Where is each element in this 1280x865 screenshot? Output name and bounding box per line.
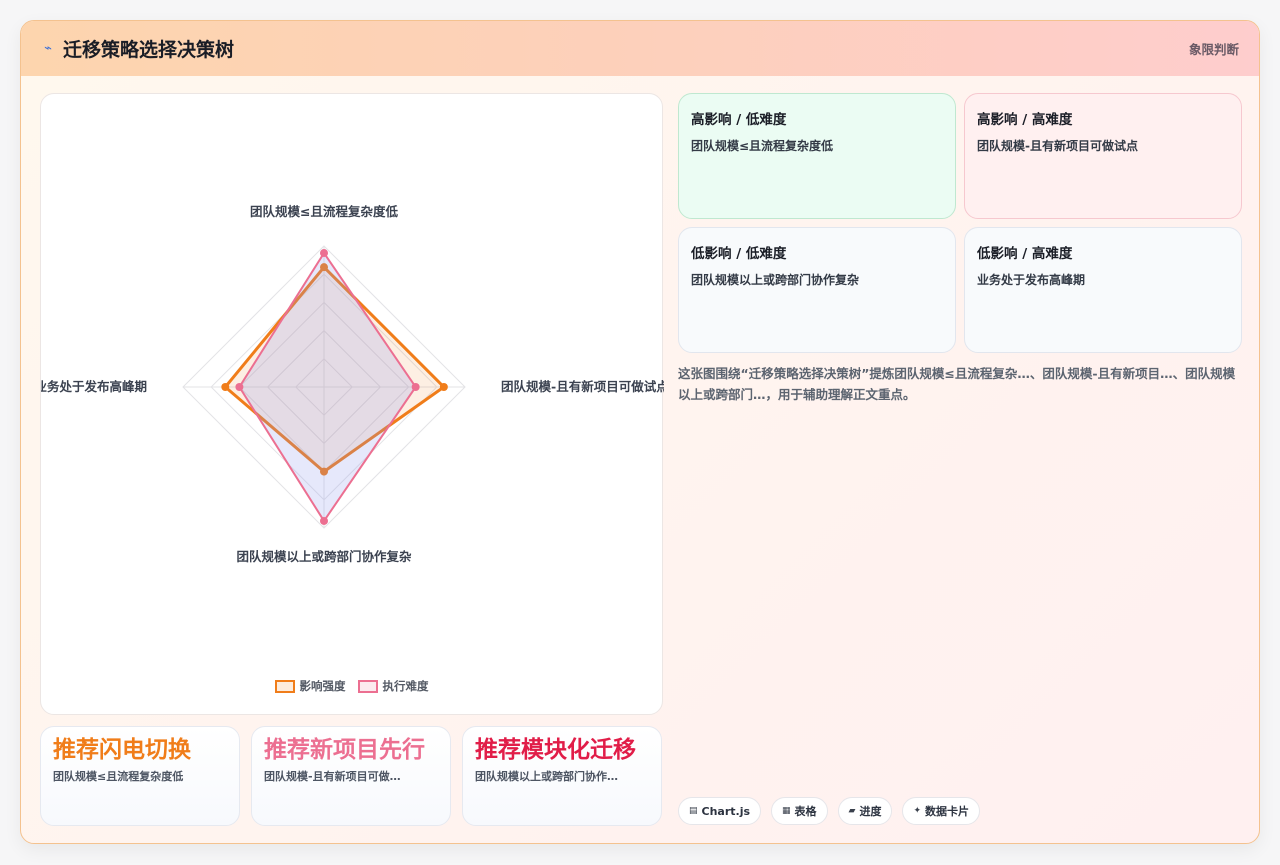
radar-point xyxy=(439,383,448,391)
page-title: 迁移策略选择决策树 xyxy=(63,39,235,61)
verdict-title: 推荐闪电切换 xyxy=(53,737,191,763)
chart-legend: 影响强度 执行难度 xyxy=(41,678,662,694)
chart-icon: ▤ xyxy=(689,806,698,816)
panel-header: ⌁ 迁移策略选择决策树 象限判断 xyxy=(21,21,1259,76)
title-wrap: ⌁ 迁移策略选择决策树 xyxy=(41,35,234,62)
table-icon: ▦ xyxy=(782,806,791,816)
legend-item-difficulty[interactable]: 执行难度 xyxy=(357,678,429,694)
chip-label: 进度 xyxy=(859,805,882,818)
radar-axis-label: 团队规模以上或跨部门协作复杂 xyxy=(236,549,412,564)
tech-chips: ▤ Chart.js ▦ 表格 ▰ 进度 ✦ 数据卡片 xyxy=(678,797,981,825)
legend-swatch-difficulty xyxy=(357,679,378,693)
verdict-card-new-project: 推荐新项目先行 团队规模-且有新项目可做… xyxy=(251,726,451,826)
verdict-card-lightning: 推荐闪电切换 团队规模≤且流程复杂度低 xyxy=(40,726,240,826)
radar-axis-label: 团队规模≤且流程复杂度低 xyxy=(250,204,398,219)
radar-chart: 团队规模≤且流程复杂度低团队规模-且有新项目可做试点团队规模以上或跨部门协作复杂… xyxy=(41,204,664,564)
verdict-title: 推荐新项目先行 xyxy=(264,737,425,763)
progress-icon: ▰ xyxy=(848,806,856,816)
radar-series-1 xyxy=(238,252,417,522)
quadrant-desc: 团队规模以上或跨部门协作复杂 xyxy=(691,273,860,287)
sparkle-icon: ✦ xyxy=(913,806,922,816)
radar-axis-label: 业务处于发布高峰期 xyxy=(41,379,147,394)
lightning-icon: ⌁ xyxy=(44,41,52,56)
chip-label: 数据卡片 xyxy=(925,805,970,818)
radar-point xyxy=(320,249,328,258)
verdict-cards: 推荐闪电切换 团队规模≤且流程复杂度低 推荐新项目先行 团队规模-且有新项目可做… xyxy=(40,726,663,826)
verdict-subtitle: 团队规模以上或跨部门协作… xyxy=(475,770,618,783)
chart-note: 这张图围绕“迁移策略选择决策树”提炼团队规模≤且流程复杂…、团队规模-且有新项目… xyxy=(678,366,1236,402)
legend-item-impact[interactable]: 影响强度 xyxy=(274,678,346,694)
dashboard-panel: ⌁ 迁移策略选择决策树 象限判断 团队规模≤且流程复杂度低团队规模-且有新项目可… xyxy=(20,20,1260,844)
chip-label: Chart.js xyxy=(701,804,751,818)
quadrant-title: 高影响 / 高难度 xyxy=(977,112,1073,128)
radar-axis-label: 团队规模-且有新项目可做试点 xyxy=(501,379,664,394)
verdict-card-modular: 推荐模块化迁移 团队规模以上或跨部门协作… xyxy=(462,726,662,826)
radar-point xyxy=(320,516,328,525)
chip-data-card[interactable]: ✦ 数据卡片 xyxy=(902,797,981,825)
radar-point xyxy=(411,383,420,391)
quadrant-high-impact-high-difficulty: 高影响 / 高难度 团队规模-且有新项目可做试点 xyxy=(964,93,1242,219)
radar-point xyxy=(235,383,244,391)
verdict-title: 推荐模块化迁移 xyxy=(475,737,636,763)
verdict-subtitle: 团队规模≤且流程复杂度低 xyxy=(53,770,184,783)
quadrant-title: 高影响 / 低难度 xyxy=(691,112,787,128)
radar-chart-card: 团队规模≤且流程复杂度低团队规模-且有新项目可做试点团队规模以上或跨部门协作复杂… xyxy=(40,93,664,715)
legend-label-difficulty: 执行难度 xyxy=(382,679,429,693)
quadrant-low-impact-low-difficulty: 低影响 / 低难度 团队规模以上或跨部门协作复杂 xyxy=(678,227,956,353)
quadrant-desc: 团队规模-且有新项目可做试点 xyxy=(977,139,1138,153)
verdict-subtitle: 团队规模-且有新项目可做… xyxy=(264,770,401,783)
header-tag[interactable]: 象限判断 xyxy=(1189,39,1239,58)
quadrant-low-impact-high-difficulty: 低影响 / 高难度 业务处于发布高峰期 xyxy=(964,227,1242,353)
chip-label: 表格 xyxy=(794,805,817,818)
chip-chartjs[interactable]: ▤ Chart.js xyxy=(678,797,762,825)
quadrant-desc: 团队规模≤且流程复杂度低 xyxy=(691,139,834,153)
quadrant-title: 低影响 / 高难度 xyxy=(977,246,1073,262)
chip-table[interactable]: ▦ 表格 xyxy=(771,797,828,825)
chip-progress[interactable]: ▰ 进度 xyxy=(837,797,893,825)
legend-label-impact: 影响强度 xyxy=(299,679,346,693)
quadrant-desc: 业务处于发布高峰期 xyxy=(977,273,1086,287)
quadrant-high-impact-low-difficulty: 高影响 / 低难度 团队规模≤且流程复杂度低 xyxy=(678,93,956,219)
quadrant-title: 低影响 / 低难度 xyxy=(691,246,787,262)
legend-swatch-impact xyxy=(274,679,295,693)
radar-point xyxy=(221,383,230,391)
